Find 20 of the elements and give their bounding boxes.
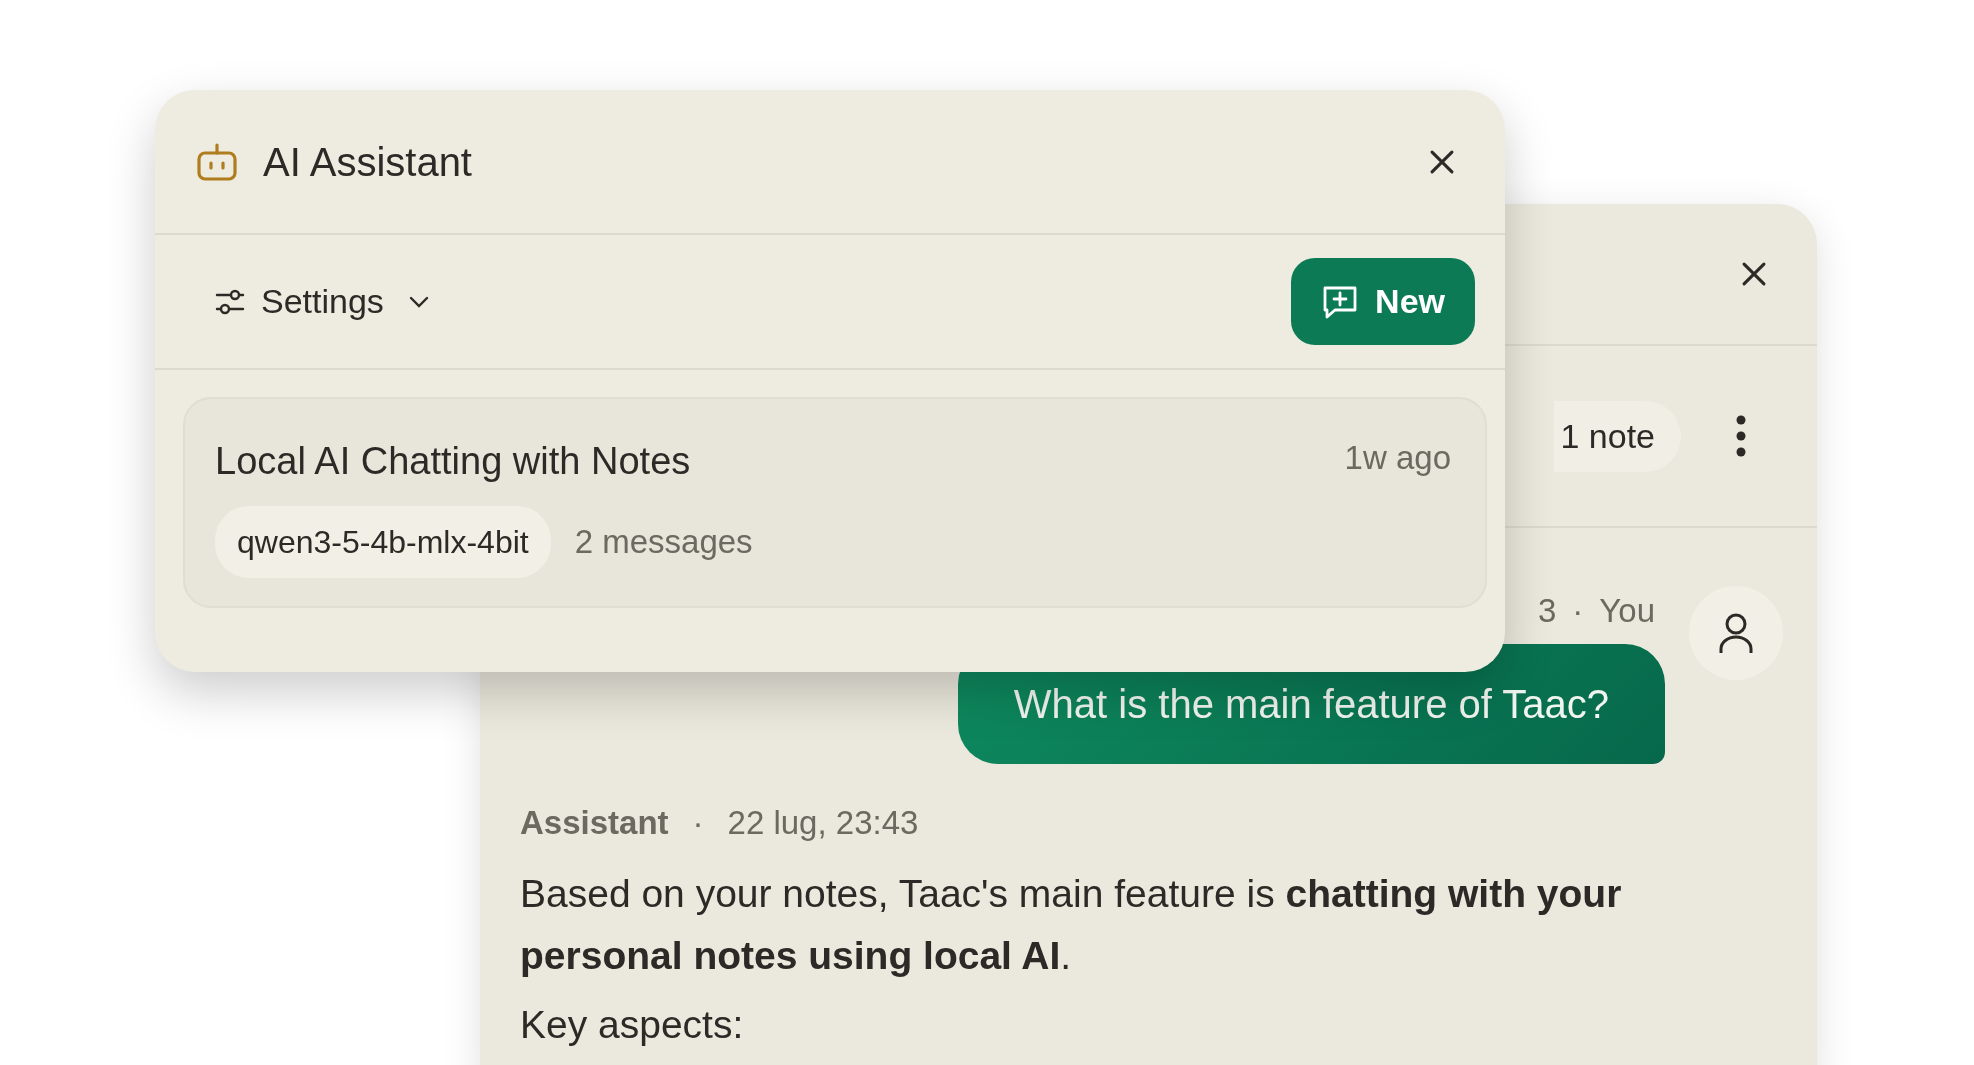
message-time: 3 xyxy=(1537,591,1557,631)
message-paragraph: Based on your notes, Taac's main feature is chatting with your personal notes using local AI. xyxy=(520,871,1623,980)
chevron-down-icon xyxy=(407,294,430,309)
panel-title: AI Assistant xyxy=(263,138,473,186)
new-chat-button[interactable]: New xyxy=(1291,258,1475,345)
more-icon xyxy=(1735,414,1747,458)
separator-dot: · xyxy=(692,802,704,843)
robot-icon xyxy=(195,141,239,182)
message-count: 2 messages xyxy=(574,522,753,563)
message-author: Assistant xyxy=(520,802,669,843)
conversation-card[interactable]: Local AI Chatting with Notes 1w ago qwen3-5-4b-mlx-4bit 2 messages xyxy=(183,397,1487,608)
settings-dropdown[interactable]: Settings xyxy=(215,276,430,327)
conversation-time: 1w ago xyxy=(1344,438,1451,478)
message-author: You xyxy=(1599,591,1655,631)
context-chip[interactable]: 1 note xyxy=(1554,400,1681,472)
message-time: 22 lug, 23:43 xyxy=(727,802,919,843)
model-tag: qwen3-5-4b-mlx-4bit xyxy=(215,506,551,578)
conversation-title: Local AI Chatting with Notes xyxy=(215,439,691,484)
message-paragraph: Key aspects: xyxy=(520,1001,745,1048)
separator-dot: · xyxy=(1572,591,1584,631)
